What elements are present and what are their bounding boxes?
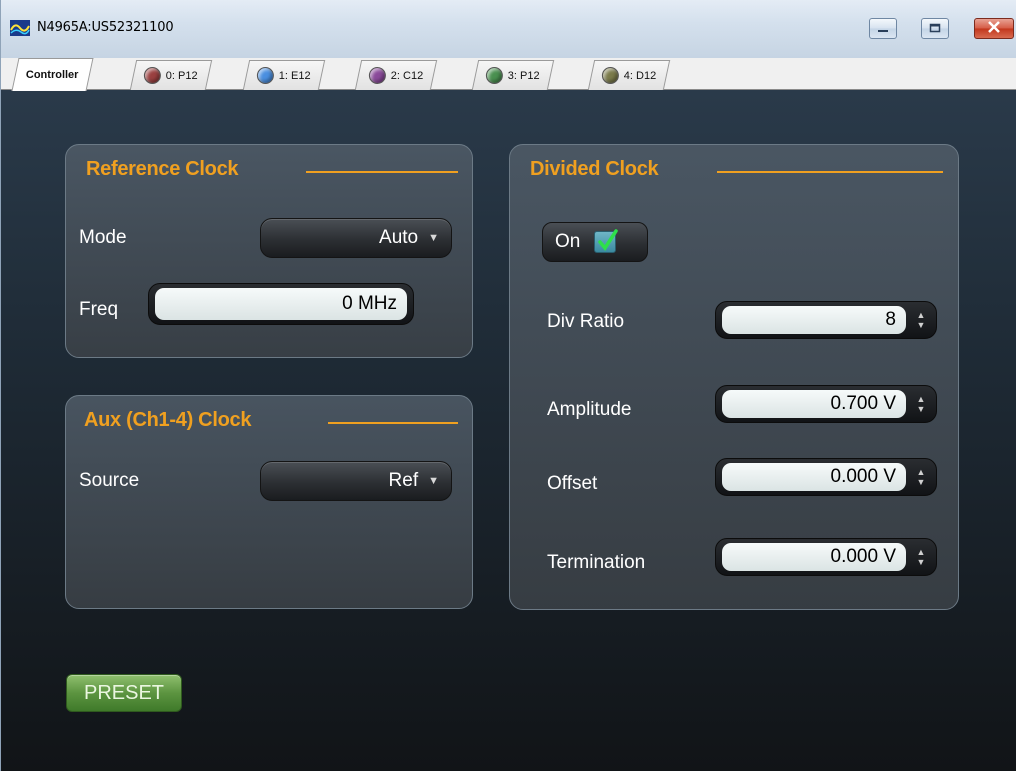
- channel-status-icon: [256, 67, 274, 84]
- tab-channel-3[interactable]: 3: P12: [471, 60, 555, 90]
- group-title-rule: [306, 171, 458, 173]
- termination-input[interactable]: 0.000 V: [722, 543, 906, 571]
- group-title: Divided Clock: [530, 158, 659, 180]
- window-title: N4965A:US52321100: [37, 20, 174, 35]
- freq-value: 0 MHz: [342, 293, 397, 314]
- channel-status-icon: [368, 67, 386, 84]
- source-dropdown[interactable]: Ref ▼: [260, 461, 452, 501]
- close-icon: [987, 20, 1001, 38]
- mode-value: Auto: [379, 227, 419, 248]
- termination-spinbox[interactable]: 0.000 V ▲ ▼: [715, 538, 937, 576]
- tab-channel-2[interactable]: 2: C12: [354, 60, 438, 90]
- app-window: N4965A:US52321100 Controller 0: P12 1: E…: [0, 0, 1016, 771]
- amplitude-label: Amplitude: [547, 399, 632, 420]
- div-ratio-spinbox[interactable]: 8 ▲ ▼: [715, 301, 937, 339]
- div-ratio-input[interactable]: 8: [722, 306, 906, 334]
- channel-status-icon: [601, 67, 619, 84]
- channel-status-icon: [143, 67, 161, 84]
- mode-dropdown[interactable]: Auto ▼: [260, 218, 452, 258]
- on-label: On: [555, 231, 581, 252]
- preset-button[interactable]: PRESET: [66, 674, 182, 712]
- offset-value: 0.000 V: [830, 466, 897, 487]
- spin-arrows-icon[interactable]: ▲ ▼: [912, 392, 930, 416]
- tab-strip: Controller 0: P12 1: E12 2: C12 3: P12 4…: [1, 58, 1016, 91]
- termination-label: Termination: [547, 552, 646, 573]
- mode-label: Mode: [79, 227, 127, 248]
- app-icon: [10, 20, 30, 36]
- maximize-button[interactable]: [921, 18, 949, 39]
- amplitude-input[interactable]: 0.700 V: [722, 390, 906, 418]
- chevron-down-icon: ▼: [428, 475, 439, 487]
- tab-channel-0[interactable]: 0: P12: [129, 60, 213, 90]
- freq-label: Freq: [79, 299, 119, 320]
- freq-field[interactable]: 0 MHz: [148, 283, 414, 325]
- tab-label: 4: D12: [623, 69, 657, 82]
- freq-input[interactable]: 0 MHz: [155, 288, 407, 320]
- source-value: Ref: [388, 470, 419, 491]
- tab-channel-4[interactable]: 4: D12: [587, 60, 671, 90]
- amplitude-value: 0.700 V: [830, 393, 897, 414]
- tab-label: 0: P12: [165, 69, 198, 82]
- aux-clock-group: Aux (Ch1-4) Clock Source Ref ▼: [65, 395, 473, 609]
- source-label: Source: [79, 470, 140, 491]
- tab-label: 3: P12: [507, 69, 540, 82]
- offset-label: Offset: [547, 473, 598, 494]
- tab-label: 1: E12: [278, 69, 311, 82]
- offset-spinbox[interactable]: 0.000 V ▲ ▼: [715, 458, 937, 496]
- spin-arrows-icon[interactable]: ▲ ▼: [912, 308, 930, 332]
- minimize-icon: [877, 20, 889, 38]
- maximize-icon: [929, 20, 941, 38]
- chevron-down-icon: ▼: [428, 232, 439, 244]
- offset-input[interactable]: 0.000 V: [722, 463, 906, 491]
- termination-value: 0.000 V: [830, 546, 897, 567]
- group-title-rule: [328, 422, 458, 424]
- spin-arrows-icon[interactable]: ▲ ▼: [912, 545, 930, 569]
- minimize-button[interactable]: [869, 18, 897, 39]
- div-ratio-value: 8: [885, 309, 896, 330]
- tab-controller[interactable]: Controller: [11, 58, 94, 91]
- checkbox-icon: [594, 229, 619, 253]
- channel-status-icon: [485, 67, 503, 84]
- reference-clock-group: Reference Clock Mode Auto ▼ Freq 0 MHz: [65, 144, 473, 358]
- controller-panel: Reference Clock Mode Auto ▼ Freq 0 MHz A…: [1, 90, 1016, 771]
- amplitude-spinbox[interactable]: 0.700 V ▲ ▼: [715, 385, 937, 423]
- group-title-rule: [717, 171, 943, 173]
- title-bar[interactable]: N4965A:US52321100: [1, 0, 1016, 58]
- divided-clock-on-toggle[interactable]: On: [542, 222, 648, 262]
- spin-arrows-icon[interactable]: ▲ ▼: [912, 465, 930, 489]
- divided-clock-group: Divided Clock On Div Ratio 8 ▲ ▼ Amplitud…: [509, 144, 959, 610]
- group-title: Aux (Ch1-4) Clock: [84, 409, 252, 431]
- close-button[interactable]: [974, 18, 1014, 39]
- tab-channel-1[interactable]: 1: E12: [242, 60, 326, 90]
- group-title: Reference Clock: [86, 158, 239, 180]
- div-ratio-label: Div Ratio: [547, 311, 625, 332]
- tab-label: Controller: [25, 69, 79, 81]
- tab-label: 2: C12: [390, 69, 424, 82]
- preset-label: PRESET: [83, 681, 165, 704]
